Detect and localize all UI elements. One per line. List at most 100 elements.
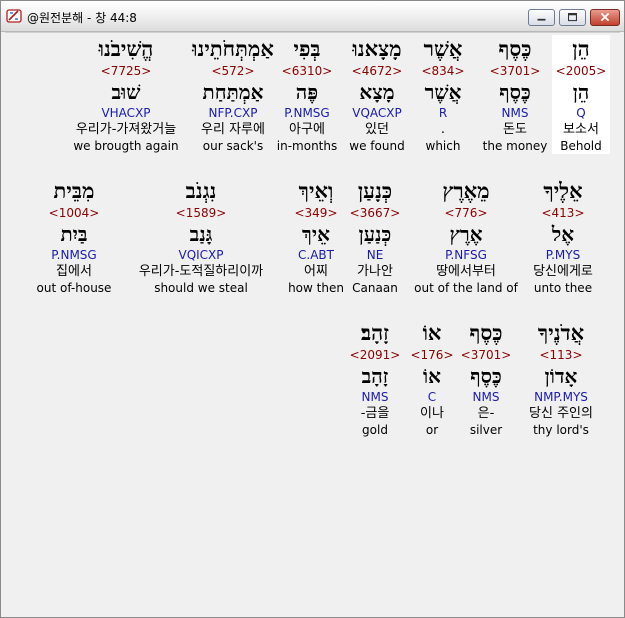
english-gloss: out of the land of <box>414 281 518 295</box>
hebrew-word: וְאֵיךְ <box>298 178 334 203</box>
word-cell[interactable]: מִבֵּית <1004> בַּיִת P.NMSG 집에서 out of-house <box>34 177 114 296</box>
word-cell[interactable]: הֱשִׁיבֹנוּ <7725> שׁוּב VHACXP 우리가-가져왔거늘 we … <box>67 35 185 154</box>
word-cell[interactable]: אַמְתְּחֹתֵינוּ <572> אַמְתַּחַת NFP.CXP 우리 … <box>183 35 283 154</box>
word-cell[interactable]: זָהָב׃ <2091> זָהָב NMS -금을 gold <box>344 319 406 438</box>
lemma-word: אֵיךְ <box>302 222 330 246</box>
english-gloss: or <box>425 423 439 437</box>
hebrew-word: מִבֵּית <box>53 178 95 203</box>
korean-gloss: 집에서 <box>56 264 92 279</box>
word-cell[interactable]: אֲדֹנֶיךָ <113> אָדוֹן NMP.MYS 당신 주인의 thy lor… <box>524 319 598 438</box>
lemma-word: פֶּה <box>295 80 319 104</box>
hebrew-word: אֵלֶיךָ <box>543 178 583 203</box>
hebrew-word: כֶּסֶף <box>498 36 532 61</box>
word-cell[interactable]: כֶּסֶף <3701> כֶּסֶף NMS 은-silver <box>454 319 518 438</box>
word-cell[interactable]: אֵלֶיךָ <413> אֶל P.MYS 당신에게로 unto thee <box>527 177 599 296</box>
hebrew-word: כֶּסֶף <box>469 320 503 345</box>
morphology-code: C <box>427 390 437 404</box>
korean-gloss: 땅에서부터 <box>436 264 496 279</box>
english-gloss: unto thee <box>533 281 593 295</box>
morphology-code: P.NFSG <box>445 248 487 262</box>
strong-number: <2091> <box>349 348 401 362</box>
english-gloss: how then <box>288 281 344 295</box>
morphology-code: P.NMSG <box>51 248 97 262</box>
korean-gloss: 우리가-가져왔거늘 <box>75 122 177 137</box>
word-cell[interactable]: מֵאֶרֶץ <776> אֶרֶץ P.NFSG 땅에서부터 out of the l… <box>410 177 522 296</box>
lemma-word: אוֹ <box>423 364 441 388</box>
strong-number: <3701> <box>460 348 512 362</box>
hebrew-word: אֲדֹנֶיךָ <box>537 320 585 345</box>
english-gloss: Canaan <box>352 281 398 295</box>
morphology-code: NE <box>366 248 384 262</box>
lemma-word: אַמְתַּחַת <box>202 80 264 104</box>
korean-gloss: 가나안 <box>357 264 393 279</box>
korean-gloss: . <box>440 122 446 137</box>
strong-number: <413> <box>541 206 585 220</box>
morphology-code: R <box>438 106 448 120</box>
word-cell[interactable]: מָצָאנוּ <4672> מָצָא VQACXP 있던 we found <box>342 35 412 154</box>
strong-number: <2005> <box>555 64 607 78</box>
morphology-code: NMS <box>472 390 500 404</box>
strong-number: <3667> <box>349 206 401 220</box>
lemma-word: כְּנַעַן <box>358 222 392 246</box>
strong-number: <176> <box>410 348 454 362</box>
morphology-code: P.NMSG <box>284 106 330 120</box>
morphology-code: Q <box>576 106 586 120</box>
word-cell[interactable]: אֲשֶׁר <834> אֲשֶׁר R. which <box>411 35 475 154</box>
korean-gloss: 이나 <box>420 406 444 421</box>
hebrew-word: מֵאֶרֶץ <box>442 178 490 203</box>
lemma-word: שׁוּב <box>111 80 141 104</box>
word-cell[interactable]: כֶּסֶף <3701> כֶּסֶף NMS 돈도 the money <box>480 35 550 154</box>
korean-gloss: 당신에게로 <box>533 264 593 279</box>
word-cell[interactable]: וְאֵיךְ <349> אֵיךְ C.ABT 어찌 how then <box>286 177 346 296</box>
english-gloss: gold <box>362 423 388 437</box>
hebrew-word: הֵן <box>572 36 590 61</box>
morphology-code: VQACXP <box>352 106 402 120</box>
hebrew-word: אַמְתְּחֹתֵינוּ <box>192 36 274 61</box>
word-cell[interactable]: אוֹ <176> אוֹ C 이나 or <box>410 319 454 438</box>
korean-gloss: 어찌 <box>304 264 328 279</box>
english-gloss: out of-house <box>36 281 112 295</box>
lemma-word: גָּנַב <box>189 222 213 246</box>
lemma-word: כֶּסֶף <box>499 80 531 104</box>
morphology-code: NMP.MYS <box>534 390 588 404</box>
word-cell[interactable]: בְּפִי <6310> פֶּה P.NMSG 아구에 in-months <box>273 35 341 154</box>
strong-number: <1004> <box>48 206 100 220</box>
word-cell[interactable]: נִגְנֹב <1589> גָּנַב VQICXP 우리가-도적질하리이까 shou… <box>121 177 281 296</box>
lemma-word: אֶרֶץ <box>449 222 483 246</box>
title-bar[interactable]: @원전분해 - 창 44:8 <box>1 1 624 32</box>
korean-gloss: 우리 자루에 <box>201 122 265 137</box>
app-window: @원전분해 - 창 44:8 הֵן <2005> הֵן Q 보소서 Behold כֶּ… <box>0 0 625 618</box>
english-gloss: the money <box>482 139 548 153</box>
lemma-word: אֶל <box>551 222 575 246</box>
morphology-code: VQICXP <box>178 248 224 262</box>
hebrew-word: הֱשִׁיבֹנוּ <box>98 36 154 61</box>
hebrew-word: מָצָאנוּ <box>352 36 402 61</box>
minimize-icon <box>537 18 546 21</box>
minimize-button[interactable] <box>528 9 555 26</box>
morphology-code: NMS <box>361 390 389 404</box>
english-gloss: should we steal <box>154 281 248 295</box>
lemma-word: אֲשֶׁר <box>424 80 462 104</box>
english-gloss: silver <box>469 423 503 437</box>
strong-number: <3701> <box>489 64 541 78</box>
morphology-code: P.MYS <box>545 248 581 262</box>
maximize-button[interactable] <box>559 9 586 26</box>
strong-number: <834> <box>421 64 465 78</box>
korean-gloss: 보소서 <box>563 122 599 137</box>
word-cell[interactable]: כְּנָעַן <3667> כְּנַעַן NE 가나안 Canaan <box>343 177 407 296</box>
word-cell[interactable]: הֵן <2005> הֵן Q 보소서 Behold <box>552 35 610 154</box>
korean-gloss: 있던 <box>365 122 389 137</box>
lemma-word: מָצָא <box>359 80 395 104</box>
lemma-word: הֵן <box>572 80 590 104</box>
korean-gloss: 은- <box>477 406 495 421</box>
strong-number: <1589> <box>175 206 227 220</box>
strong-number: <113> <box>539 348 583 362</box>
word-analysis-panel: הֵן <2005> הֵן Q 보소서 Behold כֶּסֶף <3701> כֶּסֶף… <box>5 32 620 616</box>
english-gloss: thy lord's <box>533 423 589 437</box>
window-title: @원전분해 - 창 44:8 <box>27 11 137 25</box>
korean-gloss: 당신 주인의 <box>529 406 593 421</box>
hebrew-word: זָהָב׃ <box>360 320 390 345</box>
hebrew-word: אוֹ <box>422 320 442 345</box>
strong-number: <349> <box>294 206 338 220</box>
close-button[interactable] <box>590 9 620 26</box>
